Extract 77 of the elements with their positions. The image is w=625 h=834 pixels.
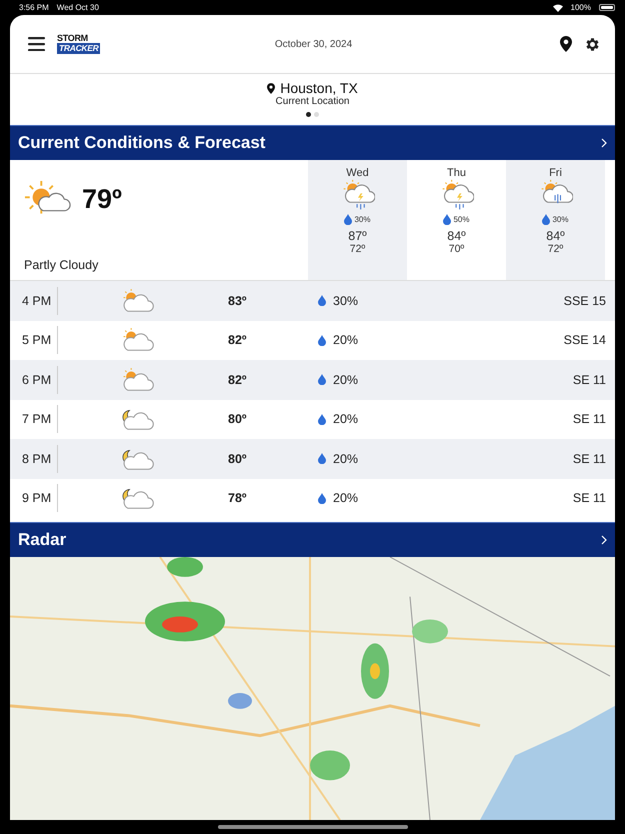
status-time: 3:56 PM — [19, 3, 49, 12]
precip-chance: 30% — [354, 215, 370, 224]
location-subtitle: Current Location — [276, 96, 350, 107]
precip-chance: 20% — [333, 491, 358, 506]
hour-label: 5 PM — [10, 326, 58, 354]
precip-chance: 30% — [333, 294, 358, 308]
low-temperature: 72º — [350, 243, 366, 255]
wind-speed: SE 11 — [572, 491, 607, 506]
high-temperature: 84º — [546, 229, 565, 243]
precip-chance: 20% — [333, 372, 358, 387]
section-header[interactable]: Current Conditions & Forecast — [10, 125, 615, 160]
hour-label: 6 PM — [10, 366, 58, 394]
app-logo: STORM TRACKER — [57, 34, 102, 54]
location-pin-icon — [267, 82, 276, 94]
hour-temperature: 78º — [227, 491, 248, 506]
hour-temperature: 82º — [227, 333, 248, 348]
hour-temperature: 80º — [227, 452, 248, 466]
high-temperature: 87º — [348, 229, 367, 243]
hour-temperature: 83º — [227, 294, 248, 308]
low-temperature: 72º — [548, 243, 564, 255]
sun-cloud-icon — [121, 288, 155, 313]
page-dot[interactable] — [306, 112, 311, 117]
low-temperature: 70º — [448, 243, 464, 255]
raindrop-icon — [318, 492, 326, 504]
location-name: Houston, TX — [280, 80, 358, 96]
raindrop-icon — [318, 414, 326, 425]
hour-label: 9 PM — [10, 484, 58, 512]
hour-label: 7 PM — [10, 405, 58, 434]
wind-speed: SSE 15 — [562, 294, 607, 308]
raindrop-icon — [443, 214, 452, 225]
settings-button[interactable] — [584, 36, 601, 52]
hour-temperature: 82º — [227, 372, 248, 387]
high-temperature: 84º — [447, 229, 466, 243]
wind-speed: SE 11 — [572, 412, 607, 426]
battery-level: 100% — [570, 3, 591, 12]
moon-cloud-icon — [121, 407, 155, 432]
forecast-day[interactable]: Fri 30% 84º 72º — [506, 160, 605, 280]
battery-icon — [599, 4, 615, 11]
current-temperature: 79º — [82, 184, 122, 215]
settings-icon — [584, 36, 601, 52]
menu-button[interactable] — [28, 37, 45, 51]
location-button[interactable] — [560, 36, 572, 52]
status-date: Wed Oct 30 — [56, 3, 99, 12]
page-dot[interactable] — [314, 112, 319, 117]
hour-label: 4 PM — [10, 286, 58, 315]
precip-chance: 50% — [453, 215, 470, 224]
raindrop-icon — [344, 214, 352, 225]
condition-text: Partly Cloudy — [24, 258, 100, 272]
forecast-day[interactable]: Wed 30% 87º 72º — [308, 160, 407, 280]
wind-speed: SE 11 — [572, 372, 607, 387]
section-header[interactable]: Radar — [10, 522, 615, 557]
hour-temperature: 80º — [227, 412, 248, 426]
forecast-day[interactable]: Thu 50% 84º 70º — [407, 160, 506, 280]
raindrop-icon — [318, 453, 326, 464]
chevron-right-icon — [601, 138, 607, 148]
sun-cloud-icon — [121, 368, 155, 392]
day-name: Fri — [549, 167, 562, 179]
precip-chance: 20% — [333, 333, 358, 348]
precip-chance: 30% — [552, 215, 568, 224]
wind-speed: SSE 14 — [562, 333, 607, 348]
precip-chance: 20% — [333, 412, 358, 426]
precip-chance: 20% — [333, 452, 358, 466]
location-pin-icon — [560, 36, 572, 52]
wifi-icon — [552, 4, 563, 12]
raindrop-icon — [542, 214, 550, 225]
wind-speed: SE 11 — [572, 452, 607, 466]
raindrop-icon — [318, 295, 326, 306]
day-name: Wed — [346, 167, 369, 179]
moon-cloud-icon — [121, 486, 155, 510]
menu-icon — [28, 37, 45, 51]
raindrop-icon — [318, 334, 326, 346]
day-name: Thu — [447, 167, 466, 179]
raindrop-icon — [318, 374, 326, 386]
sun-cloud-icon — [121, 328, 155, 352]
hour-label: 8 PM — [10, 444, 58, 473]
chevron-right-icon — [601, 535, 607, 545]
header-date: October 30, 2024 — [274, 38, 354, 50]
